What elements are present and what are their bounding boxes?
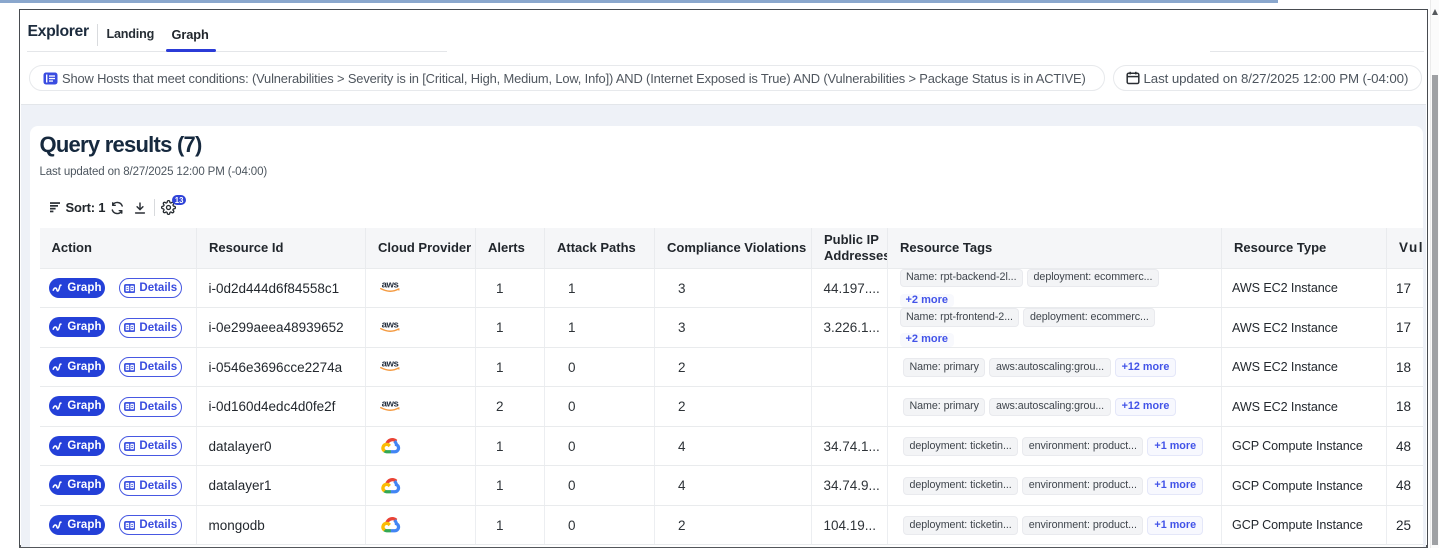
svg-text:aws: aws xyxy=(382,398,399,409)
svg-text:aws: aws xyxy=(382,359,399,370)
svg-text:aws: aws xyxy=(382,319,399,330)
svg-text:aws: aws xyxy=(382,280,399,291)
